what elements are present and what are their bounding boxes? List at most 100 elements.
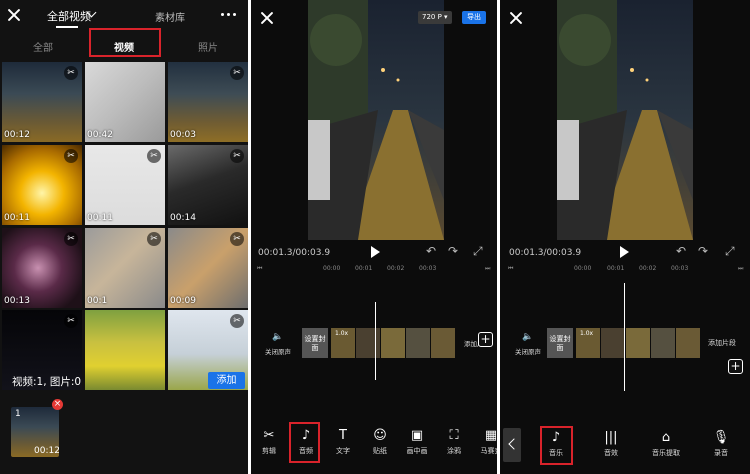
duration-label: 00:42 bbox=[87, 130, 113, 140]
tool-label: 音乐提取 bbox=[652, 449, 680, 457]
scissors-icon[interactable]: ✂ bbox=[230, 314, 244, 328]
tool-item[interactable]: 🎙 录音 bbox=[707, 430, 735, 458]
ruler-end-icon: ⏭ bbox=[485, 265, 491, 272]
ruler-tick: 00:03 bbox=[671, 265, 689, 272]
redo-icon[interactable]: ↷ bbox=[448, 244, 458, 258]
ruler-tick: 00:01 bbox=[355, 265, 373, 272]
back-icon[interactable] bbox=[503, 428, 521, 462]
close-icon[interactable] bbox=[509, 11, 523, 25]
time-ruler: ⏮ 00:00 00:01 00:02 00:03 ⏭ bbox=[257, 265, 493, 275]
tool-label: 剪辑 bbox=[262, 447, 276, 455]
ruler-tick: 00:00 bbox=[574, 265, 592, 272]
mute-original-label[interactable]: 关闭原声 bbox=[515, 346, 541, 356]
media-thumbnail[interactable]: ✂ 00:13 bbox=[2, 228, 82, 308]
export-button[interactable]: 导出 bbox=[462, 11, 486, 24]
scissors-icon[interactable]: ✂ bbox=[230, 149, 244, 163]
mute-original-label[interactable]: 关闭原声 bbox=[265, 346, 291, 356]
fullscreen-icon[interactable]: ⤢ bbox=[473, 244, 483, 259]
duration-label: 00:13 bbox=[4, 296, 30, 306]
video-preview[interactable] bbox=[557, 0, 693, 240]
selected-clip[interactable]: 1 00:12 bbox=[11, 407, 59, 457]
close-icon[interactable] bbox=[7, 8, 21, 22]
scissors-icon[interactable]: ✂ bbox=[230, 66, 244, 80]
media-thumbnail[interactable]: ✂ 00:14 bbox=[168, 145, 248, 225]
ruler-tick: 00:00 bbox=[323, 265, 341, 272]
music-tool-highlight bbox=[540, 426, 573, 465]
media-thumbnail[interactable]: ✂ 00:12 bbox=[2, 62, 82, 142]
ruler-tick: 00:03 bbox=[419, 265, 437, 272]
remove-icon[interactable]: × bbox=[52, 399, 63, 410]
title-underline bbox=[56, 26, 78, 28]
set-cover-button[interactable]: 设置封面 bbox=[547, 328, 573, 358]
playhead[interactable] bbox=[375, 302, 376, 380]
tool-item[interactable]: ▣ 画中画 bbox=[403, 428, 431, 456]
clip-track[interactable] bbox=[576, 328, 704, 358]
media-thumbnail[interactable]: ✂ 00:09 bbox=[168, 228, 248, 308]
tool-icon: ⛶ bbox=[449, 428, 459, 443]
tool-item[interactable]: ||| 音效 bbox=[597, 430, 625, 458]
undo-icon[interactable]: ↶ bbox=[426, 244, 436, 258]
tool-label: 贴纸 bbox=[373, 447, 387, 455]
scissors-icon[interactable]: ✂ bbox=[147, 149, 161, 163]
add-clip-icon[interactable]: + bbox=[478, 332, 493, 347]
media-thumbnail[interactable]: ✂ 00:11 bbox=[85, 145, 165, 225]
selected-index: 1 bbox=[15, 409, 21, 419]
media-thumbnail[interactable]: ✂ 00:11 bbox=[2, 145, 82, 225]
add-clip-icon[interactable]: + bbox=[728, 359, 743, 374]
video-preview[interactable] bbox=[308, 0, 444, 240]
timecode: 00:01.3/00:03.9 bbox=[509, 248, 582, 258]
tool-icon: ||| bbox=[604, 430, 618, 445]
add-button[interactable]: 添加 bbox=[208, 372, 245, 389]
tool-item[interactable]: ▦ 马赛克 bbox=[477, 428, 498, 456]
album-selector[interactable]: 全部视频 bbox=[47, 8, 91, 24]
speed-tag: 1.0x bbox=[335, 330, 349, 337]
redo-icon[interactable]: ↷ bbox=[698, 244, 708, 258]
preview-frame bbox=[308, 0, 444, 240]
selection-count: 视频:1, 图片:0 bbox=[12, 376, 82, 388]
tool-item[interactable]: ⛶ 涂鸦 bbox=[440, 428, 468, 456]
material-library-tab[interactable]: 素材库 bbox=[155, 9, 185, 24]
clip-track[interactable] bbox=[331, 328, 457, 358]
add-clip-label[interactable]: 添加片段 bbox=[708, 338, 736, 348]
tool-label: 涂鸦 bbox=[447, 447, 461, 455]
play-icon[interactable] bbox=[620, 246, 629, 258]
tool-label: 音效 bbox=[604, 449, 618, 457]
tool-item[interactable]: ✂ 剪辑 bbox=[255, 428, 283, 456]
more-icon[interactable] bbox=[221, 13, 239, 17]
play-icon[interactable] bbox=[371, 246, 380, 258]
playhead[interactable] bbox=[624, 283, 625, 391]
preview-frame bbox=[557, 0, 693, 240]
speaker-icon[interactable]: 🔈 bbox=[522, 332, 533, 342]
resolution-selector[interactable]: 720 P ▾ bbox=[418, 11, 452, 24]
duration-label: 00:11 bbox=[87, 213, 113, 223]
tool-label: 马赛克 bbox=[480, 447, 498, 455]
media-thumbnail[interactable]: ✂ 00:03 bbox=[168, 62, 248, 142]
scissors-icon[interactable]: ✂ bbox=[64, 66, 78, 80]
duration-label: 00:09 bbox=[170, 296, 196, 306]
ruler-tick: 00:02 bbox=[639, 265, 657, 272]
scissors-icon[interactable]: ✂ bbox=[64, 314, 78, 328]
set-cover-button[interactable]: 设置封面 bbox=[302, 328, 328, 358]
scissors-icon[interactable]: ✂ bbox=[147, 232, 161, 246]
tool-icon: ▦ bbox=[484, 428, 497, 443]
scissors-icon[interactable]: ✂ bbox=[64, 149, 78, 163]
audio-tool-highlight bbox=[289, 422, 320, 463]
media-thumbnail[interactable]: ✂ 00:1 bbox=[85, 228, 165, 308]
tool-item[interactable]: ⌂ 音乐提取 bbox=[652, 430, 680, 458]
scissors-icon[interactable]: ✂ bbox=[230, 232, 244, 246]
scissors-icon[interactable]: ✂ bbox=[64, 232, 78, 246]
duration-label: 00:14 bbox=[170, 213, 196, 223]
media-picker-panel: 全部视频 素材库 全部 视频 照片 ✂ 00:12 00:42 ✂ 00:03 ✂ 00:1… bbox=[0, 0, 248, 474]
tab-photo[interactable]: 照片 bbox=[198, 39, 218, 54]
speed-tag: 1.0x bbox=[580, 330, 594, 337]
undo-icon[interactable]: ↶ bbox=[676, 244, 686, 258]
tab-all[interactable]: 全部 bbox=[33, 39, 53, 54]
tool-item[interactable]: ☺ 贴纸 bbox=[366, 428, 394, 456]
fullscreen-icon[interactable]: ⤢ bbox=[725, 244, 735, 259]
tool-item[interactable]: T 文字 bbox=[329, 428, 357, 456]
speaker-icon[interactable]: 🔈 bbox=[272, 332, 283, 342]
ruler-end-icon: ⏭ bbox=[738, 265, 744, 272]
ruler-start-icon: ⏮ bbox=[508, 265, 514, 272]
media-thumbnail[interactable]: 00:42 bbox=[85, 62, 165, 142]
close-icon[interactable] bbox=[260, 11, 274, 25]
